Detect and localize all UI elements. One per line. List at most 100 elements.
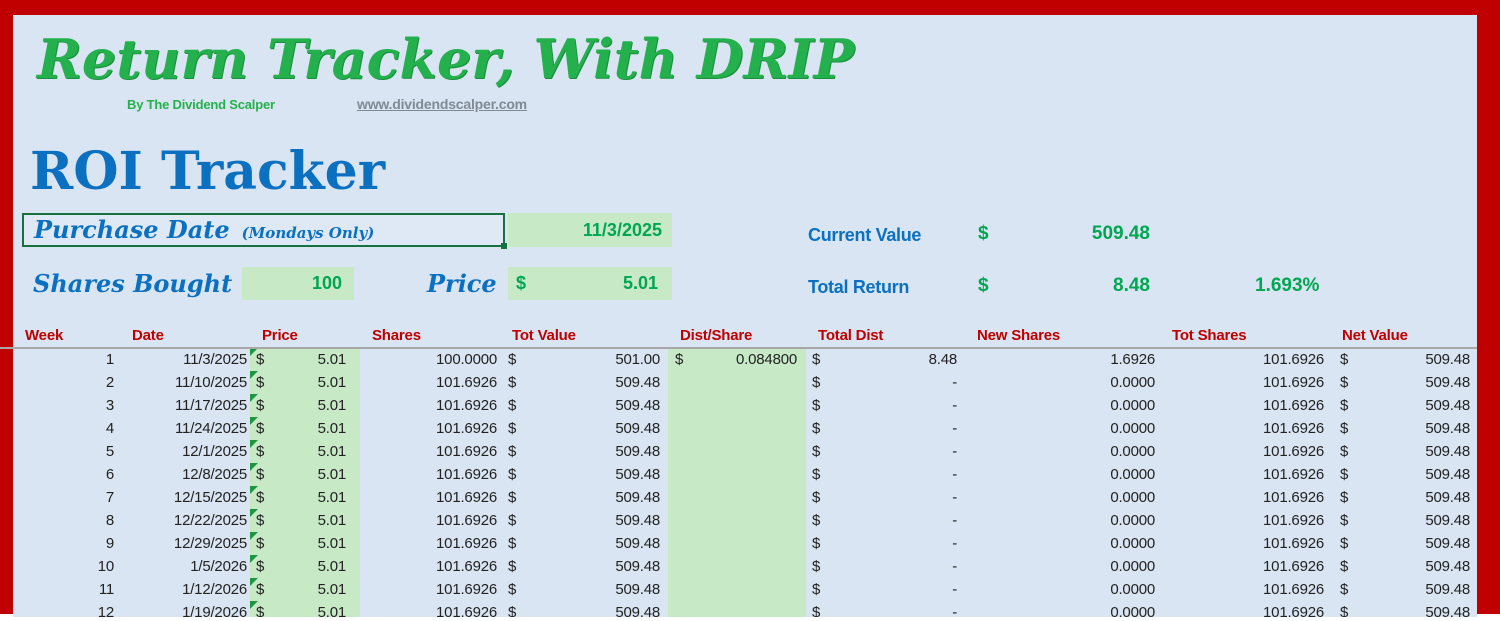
cell-shares[interactable]: 100.0000 xyxy=(360,348,500,371)
cell-new-shares[interactable]: 0.0000 xyxy=(965,578,1160,601)
cell-new-shares[interactable]: 0.0000 xyxy=(965,371,1160,394)
cell-price[interactable]: $5.01 xyxy=(250,578,360,601)
cell-net-value[interactable]: $509.48 xyxy=(1330,532,1477,555)
cell-price[interactable]: $5.01 xyxy=(250,509,360,532)
cell-week[interactable]: 11 xyxy=(13,578,120,601)
cell-dist-share[interactable] xyxy=(668,371,806,394)
cell-tot-value[interactable]: $509.48 xyxy=(500,486,668,509)
cell-dist-share[interactable] xyxy=(668,463,806,486)
cell-total-dist[interactable]: $ - xyxy=(806,532,965,555)
cell-date[interactable]: 1/5/2026 xyxy=(120,555,250,578)
purchase-date-input[interactable]: 11/3/2025 xyxy=(508,213,672,247)
cell-total-dist[interactable]: $ - xyxy=(806,509,965,532)
cell-shares[interactable]: 101.6926 xyxy=(360,463,500,486)
cell-shares[interactable]: 101.6926 xyxy=(360,440,500,463)
cell-week[interactable]: 9 xyxy=(13,532,120,555)
cell-price[interactable]: $5.01 xyxy=(250,440,360,463)
cell-dist-share[interactable] xyxy=(668,440,806,463)
cell-net-value[interactable]: $509.48 xyxy=(1330,509,1477,532)
cell-tot-value[interactable]: $509.48 xyxy=(500,463,668,486)
cell-net-value[interactable]: $509.48 xyxy=(1330,417,1477,440)
cell-net-value[interactable]: $509.48 xyxy=(1330,578,1477,601)
cell-date[interactable]: 11/10/2025 xyxy=(120,371,250,394)
cell-price[interactable]: $5.01 xyxy=(250,417,360,440)
cell-week[interactable]: 12 xyxy=(13,601,120,617)
cell-new-shares[interactable]: 1.6926 xyxy=(965,348,1160,371)
cell-net-value[interactable]: $509.48 xyxy=(1330,440,1477,463)
cell-week[interactable]: 10 xyxy=(13,555,120,578)
cell-new-shares[interactable]: 0.0000 xyxy=(965,555,1160,578)
cell-date[interactable]: 12/22/2025 xyxy=(120,509,250,532)
cell-shares[interactable]: 101.6926 xyxy=(360,555,500,578)
cell-tot-value[interactable]: $509.48 xyxy=(500,555,668,578)
cell-net-value[interactable]: $509.48 xyxy=(1330,555,1477,578)
cell-tot-shares[interactable]: 101.6926 xyxy=(1160,394,1330,417)
cell-total-dist[interactable]: $ - xyxy=(806,555,965,578)
cell-total-dist[interactable]: $ - xyxy=(806,601,965,617)
cell-tot-value[interactable]: $509.48 xyxy=(500,601,668,617)
shares-bought-input[interactable]: 100 xyxy=(242,267,354,300)
cell-tot-shares[interactable]: 101.6926 xyxy=(1160,555,1330,578)
cell-price[interactable]: $5.01 xyxy=(250,394,360,417)
cell-shares[interactable]: 101.6926 xyxy=(360,371,500,394)
cell-price[interactable]: $5.01 xyxy=(250,463,360,486)
cell-dist-share[interactable] xyxy=(668,601,806,617)
cell-tot-shares[interactable]: 101.6926 xyxy=(1160,371,1330,394)
cell-new-shares[interactable]: 0.0000 xyxy=(965,601,1160,617)
cell-net-value[interactable]: $509.48 xyxy=(1330,601,1477,617)
cell-shares[interactable]: 101.6926 xyxy=(360,509,500,532)
cell-net-value[interactable]: $509.48 xyxy=(1330,394,1477,417)
cell-date[interactable]: 1/12/2026 xyxy=(120,578,250,601)
cell-new-shares[interactable]: 0.0000 xyxy=(965,532,1160,555)
cell-tot-value[interactable]: $501.00 xyxy=(500,348,668,371)
cell-dist-share[interactable] xyxy=(668,486,806,509)
cell-price[interactable]: $5.01 xyxy=(250,371,360,394)
cell-date[interactable]: 12/8/2025 xyxy=(120,463,250,486)
cell-price[interactable]: $5.01 xyxy=(250,486,360,509)
cell-week[interactable]: 4 xyxy=(13,417,120,440)
cell-new-shares[interactable]: 0.0000 xyxy=(965,394,1160,417)
cell-dist-share[interactable] xyxy=(668,578,806,601)
cell-net-value[interactable]: $509.48 xyxy=(1330,463,1477,486)
cell-tot-value[interactable]: $509.48 xyxy=(500,394,668,417)
cell-dist-share[interactable] xyxy=(668,509,806,532)
cell-tot-value[interactable]: $509.48 xyxy=(500,371,668,394)
cell-total-dist[interactable]: $8.48 xyxy=(806,348,965,371)
cell-total-dist[interactable]: $ - xyxy=(806,463,965,486)
cell-tot-shares[interactable]: 101.6926 xyxy=(1160,463,1330,486)
cell-shares[interactable]: 101.6926 xyxy=(360,394,500,417)
cell-new-shares[interactable]: 0.0000 xyxy=(965,486,1160,509)
cell-date[interactable]: 11/17/2025 xyxy=(120,394,250,417)
cell-week[interactable]: 5 xyxy=(13,440,120,463)
cell-dist-share[interactable] xyxy=(668,555,806,578)
cell-shares[interactable]: 101.6926 xyxy=(360,532,500,555)
cell-tot-value[interactable]: $509.48 xyxy=(500,578,668,601)
cell-dist-share[interactable] xyxy=(668,417,806,440)
cell-shares[interactable]: 101.6926 xyxy=(360,486,500,509)
cell-dist-share[interactable]: $0.084800 xyxy=(668,348,806,371)
cell-tot-value[interactable]: $509.48 xyxy=(500,509,668,532)
cell-date[interactable]: 12/29/2025 xyxy=(120,532,250,555)
cell-tot-shares[interactable]: 101.6926 xyxy=(1160,417,1330,440)
cell-net-value[interactable]: $509.48 xyxy=(1330,348,1477,371)
cell-price[interactable]: $5.01 xyxy=(250,532,360,555)
cell-new-shares[interactable]: 0.0000 xyxy=(965,509,1160,532)
cell-net-value[interactable]: $509.48 xyxy=(1330,486,1477,509)
cell-total-dist[interactable]: $ - xyxy=(806,486,965,509)
cell-dist-share[interactable] xyxy=(668,394,806,417)
cell-week[interactable]: 8 xyxy=(13,509,120,532)
cell-dist-share[interactable] xyxy=(668,532,806,555)
cell-new-shares[interactable]: 0.0000 xyxy=(965,417,1160,440)
cell-week[interactable]: 6 xyxy=(13,463,120,486)
selection-fill-handle[interactable] xyxy=(501,243,507,249)
cell-price[interactable]: $5.01 xyxy=(250,348,360,371)
cell-shares[interactable]: 101.6926 xyxy=(360,417,500,440)
cell-shares[interactable]: 101.6926 xyxy=(360,578,500,601)
cell-new-shares[interactable]: 0.0000 xyxy=(965,440,1160,463)
cell-total-dist[interactable]: $ - xyxy=(806,417,965,440)
cell-total-dist[interactable]: $ - xyxy=(806,394,965,417)
cell-shares[interactable]: 101.6926 xyxy=(360,601,500,617)
cell-tot-value[interactable]: $509.48 xyxy=(500,417,668,440)
cell-price[interactable]: $5.01 xyxy=(250,555,360,578)
cell-tot-shares[interactable]: 101.6926 xyxy=(1160,532,1330,555)
